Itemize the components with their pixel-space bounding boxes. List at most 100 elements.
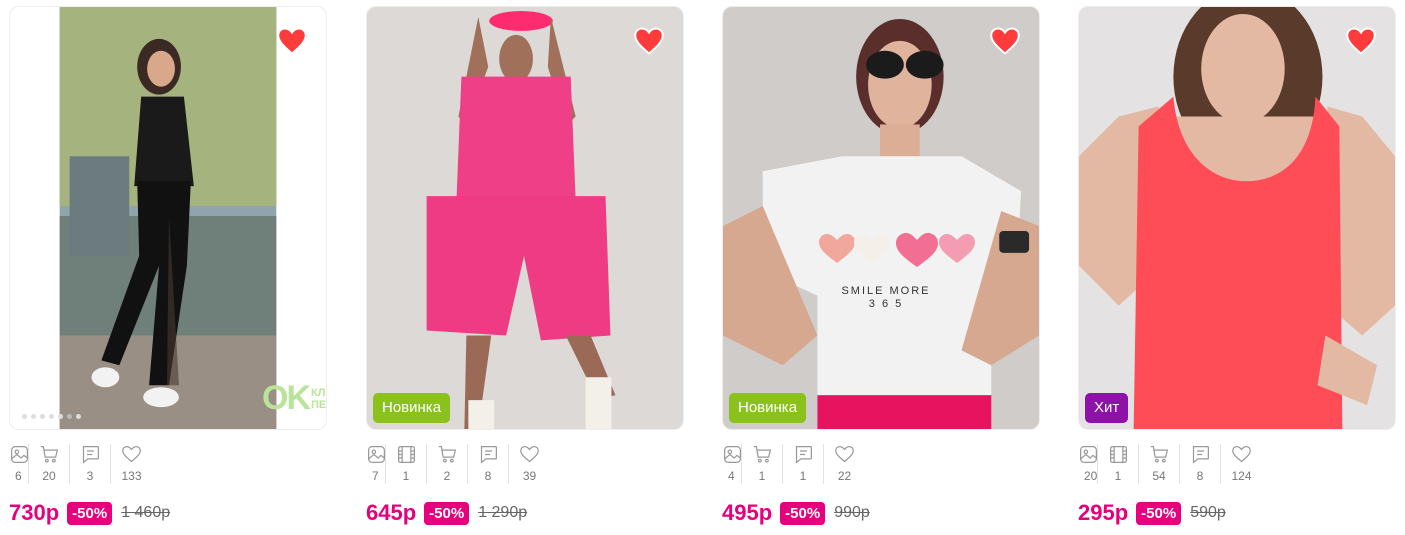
watermark-mark: OK [262, 379, 311, 417]
stat-videos[interactable]: 1 [1098, 444, 1139, 484]
price-row: 645р -50% 1 290р [366, 500, 684, 526]
stat-photos-count: 4 [728, 469, 735, 483]
pagination-dot[interactable] [22, 414, 27, 419]
stat-reviews[interactable]: 3 [70, 444, 111, 484]
image-icon [724, 446, 741, 463]
photo-white-tshirt [723, 7, 1039, 429]
video-icon [1109, 446, 1127, 463]
product-photo[interactable]: Новинка [366, 6, 684, 430]
stat-reviews-count: 8 [1196, 469, 1204, 483]
image-icon [11, 446, 28, 463]
discount-badge: -50% [780, 501, 826, 525]
favorite-button[interactable] [989, 25, 1021, 57]
favorite-button[interactable] [1345, 25, 1377, 57]
discount-badge: -50% [67, 501, 113, 525]
stat-videos-count: 1 [402, 469, 410, 483]
cart-icon [40, 446, 58, 463]
review-icon [82, 446, 99, 464]
stat-photos[interactable]: 7 [366, 444, 386, 484]
product-card[interactable]: OK КЛ ПЕ 6 20 3 133 730р -50% 1 460р [9, 6, 327, 530]
pagination-dot[interactable] [58, 414, 63, 419]
stat-reviews[interactable]: 8 [468, 444, 509, 484]
watermark-logo: OK КЛ ПЕ [262, 379, 326, 418]
stat-photos[interactable]: 4 [722, 444, 742, 484]
product-grid: OK КЛ ПЕ 6 20 3 133 730р -50% 1 460р Нов… [0, 0, 1405, 535]
new-badge: Новинка [729, 393, 807, 423]
pagination-dot-active[interactable] [67, 414, 72, 419]
watermark-line: ПЕ [311, 398, 327, 411]
heart-outline-icon [835, 446, 854, 463]
heart-outline-icon [520, 446, 539, 463]
heart-outline-icon [122, 446, 141, 463]
new-badge: Новинка [373, 393, 451, 423]
stat-likes[interactable]: 39 [509, 444, 550, 484]
stat-bought[interactable]: 20 [29, 444, 70, 484]
product-card[interactable]: SMILE MORE 3 6 5 Новинка 4 1 1 22 495р -… [722, 6, 1040, 530]
stat-bought-count: 1 [758, 469, 766, 483]
stat-reviews[interactable]: 8 [1180, 444, 1221, 484]
hit-badge: Хит [1085, 393, 1129, 423]
stat-bought[interactable]: 2 [427, 444, 468, 484]
review-icon [795, 446, 812, 464]
heart-filled-icon [634, 27, 664, 55]
stat-bought[interactable]: 1 [742, 444, 783, 484]
product-photo[interactable]: OK КЛ ПЕ [9, 6, 327, 430]
review-icon [1192, 446, 1209, 464]
heart-filled-icon [990, 27, 1020, 55]
pagination-dot[interactable] [76, 414, 81, 419]
old-price: 1 290р [478, 504, 528, 521]
old-price: 590р [1190, 504, 1226, 521]
stat-videos[interactable]: 1 [386, 444, 427, 484]
shirt-print-text: SMILE MORE 3 6 5 [831, 285, 941, 311]
product-photo[interactable]: SMILE MORE 3 6 5 Новинка [722, 6, 1040, 430]
product-stats: 4 1 1 22 [722, 444, 1040, 484]
stat-bought-count: 54 [1152, 469, 1166, 483]
price-row: 730р -50% 1 460р [9, 500, 327, 526]
old-price: 1 460р [121, 504, 171, 521]
stat-likes-count: 39 [522, 469, 537, 483]
current-price: 730р [9, 500, 60, 525]
current-price: 645р [366, 500, 417, 525]
stat-bought-count: 20 [42, 469, 56, 483]
pagination-dot[interactable] [40, 414, 45, 419]
heart-filled-icon [1346, 27, 1376, 55]
discount-badge: -50% [424, 501, 470, 525]
cart-icon [438, 446, 456, 463]
stat-photos[interactable]: 20 [1078, 444, 1098, 484]
heart-filled-icon [277, 27, 307, 55]
stat-likes-count: 133 [121, 469, 142, 483]
photo-pagination[interactable] [22, 414, 81, 419]
image-icon [1080, 446, 1097, 463]
pagination-dot[interactable] [31, 414, 36, 419]
favorite-button[interactable] [276, 25, 308, 57]
shirt-hearts-graphic [819, 233, 975, 267]
product-stats: 6 20 3 133 [9, 444, 327, 484]
stat-reviews[interactable]: 1 [783, 444, 824, 484]
shirt-print-line: 3 6 5 [868, 298, 904, 310]
stat-photos-count: 20 [1084, 469, 1098, 483]
stat-videos-count: 1 [1114, 469, 1122, 483]
current-price: 295р [1078, 500, 1129, 525]
pagination-dot[interactable] [49, 414, 54, 419]
stat-likes[interactable]: 124 [1221, 444, 1262, 484]
stat-reviews-count: 1 [799, 469, 807, 483]
price-row: 495р -50% 990р [722, 500, 1040, 526]
photo-coral-tank-top [1079, 7, 1395, 429]
stat-likes-count: 22 [837, 469, 852, 483]
cart-icon [753, 446, 771, 463]
stat-reviews-count: 3 [86, 469, 94, 483]
video-icon [397, 446, 415, 463]
product-photo[interactable]: Хит [1078, 6, 1396, 430]
product-card[interactable]: Хит 20 1 54 8 124 295р -50% 590р [1078, 6, 1396, 530]
shirt-print-line: SMILE MORE [841, 285, 931, 297]
current-price: 495р [722, 500, 773, 525]
product-card[interactable]: Новинка 7 1 2 8 39 645р -50% 1 290р [366, 6, 684, 530]
review-icon [480, 446, 497, 464]
stat-photos[interactable]: 6 [9, 444, 29, 484]
old-price: 990р [834, 504, 870, 521]
stat-reviews-count: 8 [484, 469, 492, 483]
stat-bought[interactable]: 54 [1139, 444, 1180, 484]
stat-likes[interactable]: 22 [824, 444, 865, 484]
stat-likes[interactable]: 133 [111, 444, 152, 484]
favorite-button[interactable] [633, 25, 665, 57]
